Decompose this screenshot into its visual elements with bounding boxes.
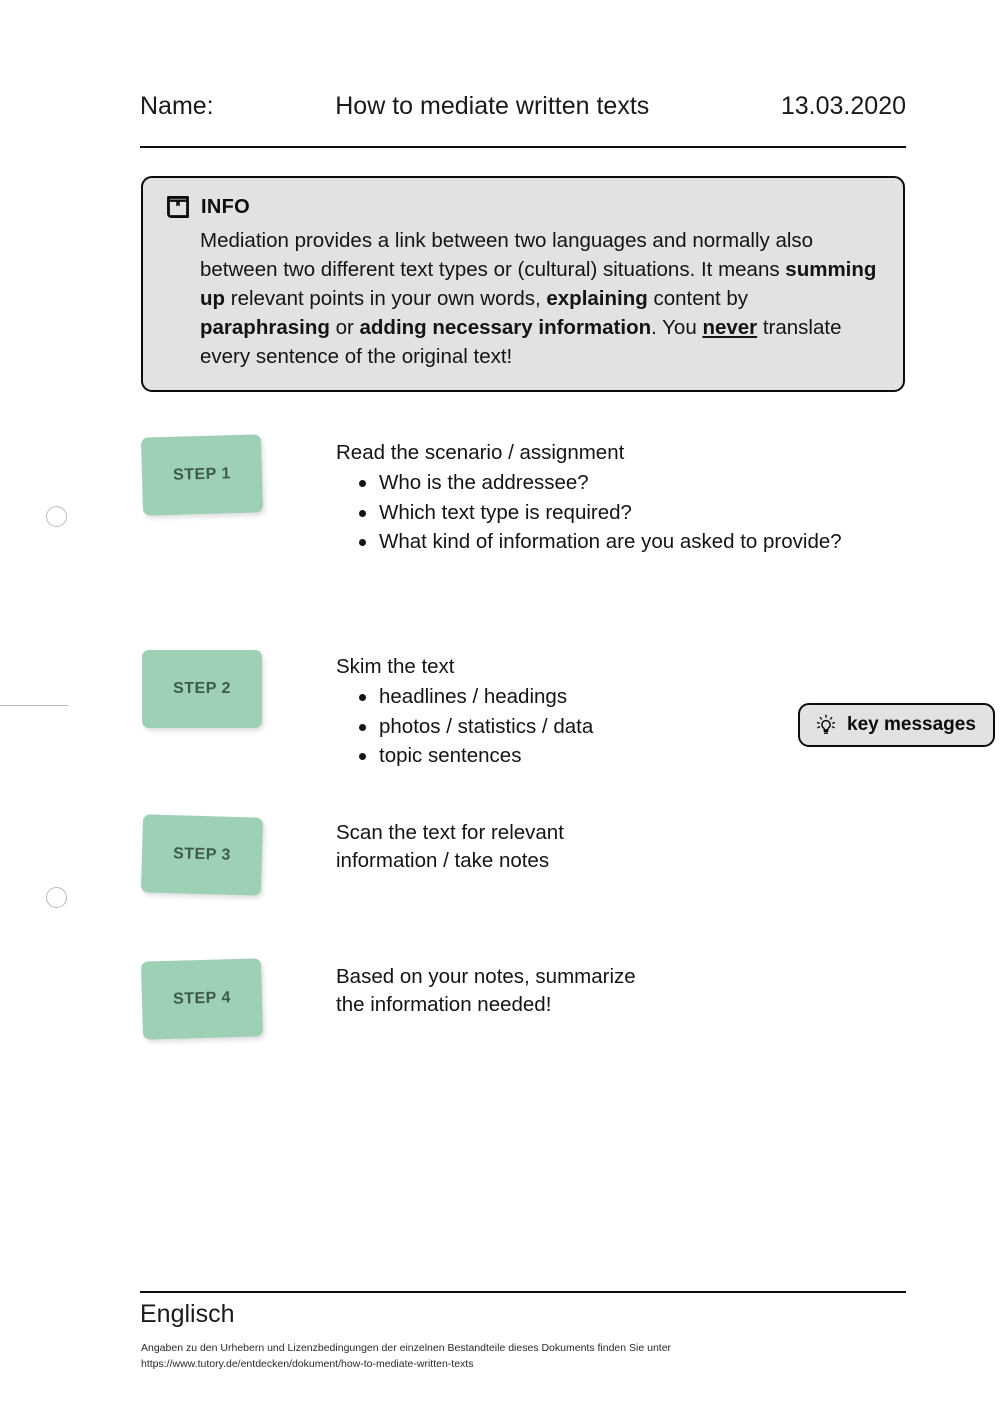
name-field-label: Name: — [140, 92, 214, 120]
step-chip-4: STEP 4 — [140, 958, 264, 1040]
step-1-heading: Read the scenario / assignment — [336, 441, 625, 464]
key-messages-badge[interactable]: key messages — [798, 703, 995, 747]
document-header: Name: How to mediate written texts 13.03… — [140, 92, 906, 121]
footer-legal-line-1: Angaben zu den Urhebern und Lizenzbeding… — [141, 1342, 672, 1354]
info-body-text: Mediation provides a link between two la… — [200, 229, 877, 369]
punch-hole-top — [46, 506, 67, 527]
footer-divider — [140, 1291, 906, 1293]
step-2-heading: Skim the text — [336, 655, 455, 678]
step-1-bullet-list: Who is the addressee? Which text type is… — [336, 469, 896, 556]
step-3-heading: Scan the text for relevant information /… — [336, 821, 564, 873]
lightbulb-icon — [816, 714, 836, 734]
bullet-dot-icon — [359, 752, 366, 760]
list-item: Who is the addressee? — [336, 469, 896, 497]
bullet-dot-icon — [359, 480, 366, 488]
step-chip-2-label: STEP 2 — [173, 680, 231, 697]
list-item-text: photos / statistics / data — [379, 714, 594, 738]
list-item-text: What kind of information are you asked t… — [379, 529, 842, 553]
list-item-text: headlines / headings — [379, 685, 568, 709]
list-item-text: Which text type is required? — [379, 500, 632, 524]
book-bookmark-icon — [167, 196, 189, 218]
step-chip-2: STEP 2 — [142, 650, 262, 728]
bullet-dot-icon — [359, 723, 366, 731]
step-chip-3: STEP 3 — [140, 814, 264, 896]
document-date: 13.03.2020 — [780, 92, 906, 120]
step-chip-4-label: STEP 4 — [172, 989, 232, 1008]
footer-subject: Englisch — [140, 1300, 235, 1328]
step-chip-1: STEP 1 — [140, 434, 264, 516]
info-header: INFO — [165, 194, 881, 220]
fold-mark-line — [0, 705, 68, 706]
info-callout-box: INFO Mediation provides a link between t… — [141, 176, 905, 392]
bullet-dot-icon — [359, 538, 366, 546]
bullet-dot-icon — [359, 694, 366, 702]
list-item: Which text type is required? — [336, 499, 896, 527]
list-item-text: Who is the addressee? — [379, 471, 589, 495]
step-content-4: Based on your notes, summarize the infor… — [336, 963, 666, 1022]
step-chip-3-label: STEP 3 — [172, 845, 232, 864]
step-chip-1-label: STEP 1 — [172, 465, 232, 484]
bullet-dot-icon — [359, 509, 366, 517]
list-item-text: topic sentences — [379, 743, 522, 767]
page-title: How to mediate written texts — [335, 92, 650, 120]
key-messages-label: key messages — [847, 714, 976, 735]
punch-hole-bottom — [46, 887, 67, 908]
footer-legal-notice: Angaben zu den Urhebern und Lizenzbeding… — [141, 1341, 861, 1373]
list-item: What kind of information are you asked t… — [336, 528, 896, 556]
step-content-1: Read the scenario / assignment Who is th… — [336, 439, 896, 557]
header-divider — [140, 146, 906, 148]
step-4-heading: Based on your notes, summarize the infor… — [336, 965, 636, 1017]
step-content-3: Scan the text for relevant information /… — [336, 819, 616, 878]
footer-legal-line-2[interactable]: https://www.tutory.de/entdecken/dokument… — [141, 1357, 861, 1373]
info-label: INFO — [201, 195, 250, 218]
